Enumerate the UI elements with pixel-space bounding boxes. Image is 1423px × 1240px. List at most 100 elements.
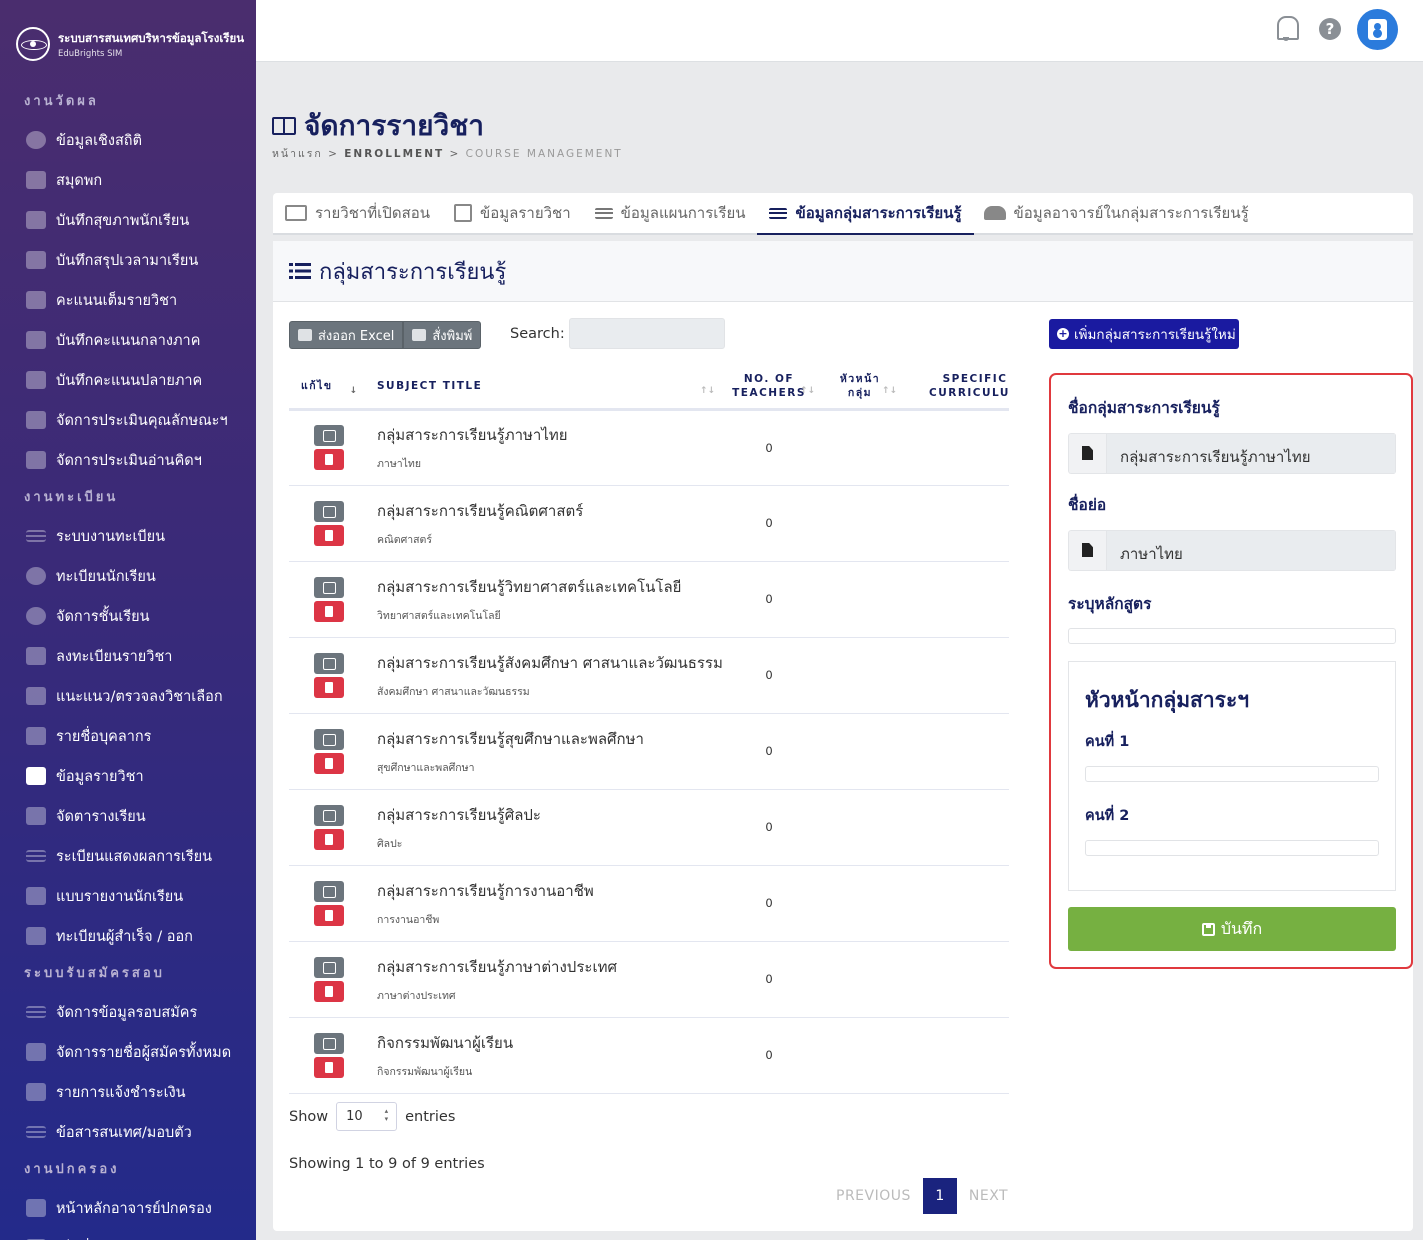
tab-study-plan[interactable]: ข้อมูลแผนการเรียน	[583, 193, 758, 233]
edit-button[interactable]	[314, 728, 344, 750]
delete-button[interactable]	[314, 980, 344, 1002]
curriculum-cell	[901, 409, 1009, 486]
table-row: กลุ่มสาระการเรียนรู้วิทยาศาสตร์และเทคโนโ…	[289, 561, 1009, 638]
pie-chart-icon	[26, 131, 46, 149]
sidebar-item[interactable]: บันทึกสุขภาพนักเรียน	[0, 200, 256, 240]
save-button[interactable]: บันทึก	[1068, 907, 1396, 951]
sidebar: ระบบสารสนเทศบริหารข้อมูลโรงเรียน EduBrig…	[0, 0, 256, 1240]
column-header-subject-title[interactable]: SUBJECT TITLE ↑↓	[369, 364, 719, 411]
edit-button[interactable]	[314, 1032, 344, 1054]
column-header-specific-curriculum[interactable]: SPECIFIC CURRICULUM	[901, 364, 1009, 411]
sidebar-item-label: จัดการรายชื่อผู้สมัครทั้งหมด	[56, 1044, 232, 1061]
delete-button[interactable]	[314, 449, 344, 470]
subject-group-card: กลุ่มสาระการเรียนรู้ ส่งออก Excel สั่งพิ…	[273, 241, 1413, 1231]
edit-button[interactable]	[314, 804, 344, 826]
sidebar-item[interactable]: แนะแนว/ตรวจลงวิชาเลือก	[0, 676, 256, 716]
column-header-no-of-teachers[interactable]: NO. OF TEACHERS ↑↓	[719, 364, 819, 411]
sidebar-item[interactable]: คะแนนเต็มรายวิชา	[0, 280, 256, 320]
sidebar-item[interactable]: ระเบียนแสดงผลการเรียน	[0, 836, 256, 876]
edit-button[interactable]	[314, 576, 344, 598]
delete-button[interactable]	[314, 600, 344, 622]
subject-title-cell: กลุ่มสาระการเรียนรู้ภาษาต่างประเทศ ภาษาต…	[369, 941, 719, 1018]
sidebar-nav: งานวัดผลข้อมูลเชิงสถิติ สมุดพก บันทึกสุขภา…	[0, 62, 256, 1240]
topbar: ?	[256, 0, 1423, 62]
edit-button[interactable]	[314, 500, 344, 522]
head2-input[interactable]	[1085, 840, 1379, 856]
tab-course-info[interactable]: ข้อมูลรายวิชา	[442, 193, 583, 233]
subject-title: กลุ่มสาระการเรียนรู้สุขศึกษาและพลศึกษา	[377, 729, 644, 748]
short-name-input[interactable]: ภาษาไทย	[1106, 530, 1396, 571]
breadcrumb-enrollment[interactable]: ENROLLMENT	[344, 148, 444, 160]
printer-icon	[412, 329, 427, 341]
help-icon[interactable]: ?	[1319, 18, 1341, 40]
sidebar-item[interactable]: หน้าหลักอาจารย์ปกครอง	[0, 1188, 256, 1228]
tab-open-courses[interactable]: รายวิชาที่เปิดสอน	[273, 193, 442, 233]
sidebar-item[interactable]: แบบรายงานนักเรียน	[0, 876, 256, 916]
sidebar-item[interactable]: ลงทะเบียนรายวิชา	[0, 636, 256, 676]
breadcrumb-home[interactable]: หน้าแรก	[272, 148, 323, 160]
sidebar-item[interactable]: จัดการข้อมูลรอบสมัคร	[0, 992, 256, 1032]
search-input[interactable]	[569, 318, 725, 349]
sidebar-item-label: แบบรายงานนักเรียน	[56, 888, 184, 905]
tab-subject-groups[interactable]: ข้อมูลกลุ่มสาระการเรียนรู้	[757, 193, 974, 235]
sidebar-item[interactable]: จัดการรายชื่อผู้สมัครทั้งหมด	[0, 1032, 256, 1072]
group-head-cell	[819, 789, 901, 866]
subject-group-table-wrapper[interactable]: แก้ไข ↓ SUBJECT TITLE ↑↓ NO. OF TEACHERS ↑↓…	[289, 364, 1009, 1094]
page-length-select[interactable]: 10	[336, 1102, 398, 1131]
sidebar-item[interactable]: รายชื่อบุคลากร	[0, 716, 256, 756]
column-header-edit[interactable]: แก้ไข ↓	[289, 364, 369, 411]
sidebar-item[interactable]: ทะเบียนนักเรียน	[0, 556, 256, 596]
add-subject-group-button[interactable]: + เพิ่มกลุ่มสาระการเรียนรู้ใหม่	[1049, 319, 1239, 349]
sidebar-item[interactable]: จัดตารางเรียน	[0, 796, 256, 836]
previous-page-button[interactable]: PREVIOUS	[824, 1188, 923, 1204]
edit-button[interactable]	[314, 652, 344, 674]
group-head-cell	[819, 561, 901, 638]
column-header-group-head[interactable]: หัวหน้ากลุ่ม ↑↓	[819, 364, 901, 411]
page-1-button[interactable]: 1	[922, 1178, 957, 1214]
bell-icon[interactable]	[1275, 16, 1299, 42]
brand[interactable]: ระบบสารสนเทศบริหารข้อมูลโรงเรียน EduBrig…	[0, 0, 256, 62]
shield-icon	[26, 211, 46, 229]
curriculum-input[interactable]	[1068, 628, 1396, 644]
sidebar-item[interactable]: บันทึกคะแนนปลายภาค	[0, 360, 256, 400]
sidebar-item[interactable]: รายการแจ้งชำระเงิน	[0, 1072, 256, 1112]
delete-button[interactable]	[314, 904, 344, 926]
delete-button[interactable]	[314, 676, 344, 698]
actions-cell	[289, 637, 369, 714]
sidebar-item[interactable]: ข้อมูลรายวิชา	[0, 756, 256, 796]
subject-short-name: สังคมศึกษา ศาสนาและวัฒนธรรม	[377, 685, 530, 698]
subject-title-cell: กลุ่มสาระการเรียนรู้สังคมศึกษา ศาสนาและว…	[369, 637, 723, 714]
subject-title-cell: กลุ่มสาระการเรียนรู้การงานอาชีพ การงานอา…	[369, 865, 719, 942]
delete-button[interactable]	[314, 1056, 344, 1078]
edit-button[interactable]	[314, 956, 344, 978]
edit-button[interactable]	[314, 425, 344, 446]
delete-button[interactable]	[314, 524, 344, 546]
sidebar-item[interactable]: บันทึกสรุปเวลามาเรียน	[0, 240, 256, 280]
sidebar-item[interactable]: ข้อสารสนเทศ/มอบตัว	[0, 1112, 256, 1152]
head1-input[interactable]	[1085, 766, 1379, 782]
sidebar-item[interactable]: จัดการประเมินอ่านคิดฯ	[0, 440, 256, 480]
sidebar-item-label: บันทึกสรุปเวลามาเรียน	[56, 252, 199, 269]
delete-button[interactable]	[314, 752, 344, 774]
sidebar-item[interactable]: บันทึกคะแนนกลางภาค	[0, 320, 256, 360]
sidebar-item[interactable]: ระบบงานทะเบียน	[0, 516, 256, 556]
sidebar-section-title: งานวัดผล	[24, 94, 99, 109]
next-page-button[interactable]: NEXT	[957, 1188, 1020, 1204]
subject-group-name-input[interactable]: กลุ่มสาระการเรียนรู้ภาษาไทย	[1106, 433, 1396, 474]
actions-cell	[289, 713, 369, 790]
export-excel-button[interactable]: ส่งออก Excel	[289, 321, 404, 349]
edit-button[interactable]	[314, 880, 344, 902]
sidebar-item[interactable]: เช็คชื่อมาเรียน	[0, 1228, 256, 1240]
teacher-count: 0	[719, 409, 819, 486]
sidebar-item[interactable]: สมุดพก	[0, 160, 256, 200]
sidebar-item[interactable]: จัดการชั้นเรียน	[0, 596, 256, 636]
sidebar-item[interactable]: ทะเบียนผู้สำเร็จ / ออก	[0, 916, 256, 956]
subject-short-name: ศิลปะ	[377, 837, 403, 850]
print-button[interactable]: สั่งพิมพ์	[403, 321, 482, 349]
user-profile-icon[interactable]	[1357, 9, 1398, 50]
subject-title: กลุ่มสาระการเรียนรู้คณิตศาสตร์	[377, 501, 584, 520]
tab-group-teachers[interactable]: ข้อมูลอาจารย์ในกลุ่มสาระการเรียนรู้	[974, 193, 1261, 233]
delete-button[interactable]	[314, 828, 344, 850]
sidebar-item[interactable]: ข้อมูลเชิงสถิติ	[0, 120, 256, 160]
sidebar-item[interactable]: จัดการประเมินคุณลักษณะฯ	[0, 400, 256, 440]
